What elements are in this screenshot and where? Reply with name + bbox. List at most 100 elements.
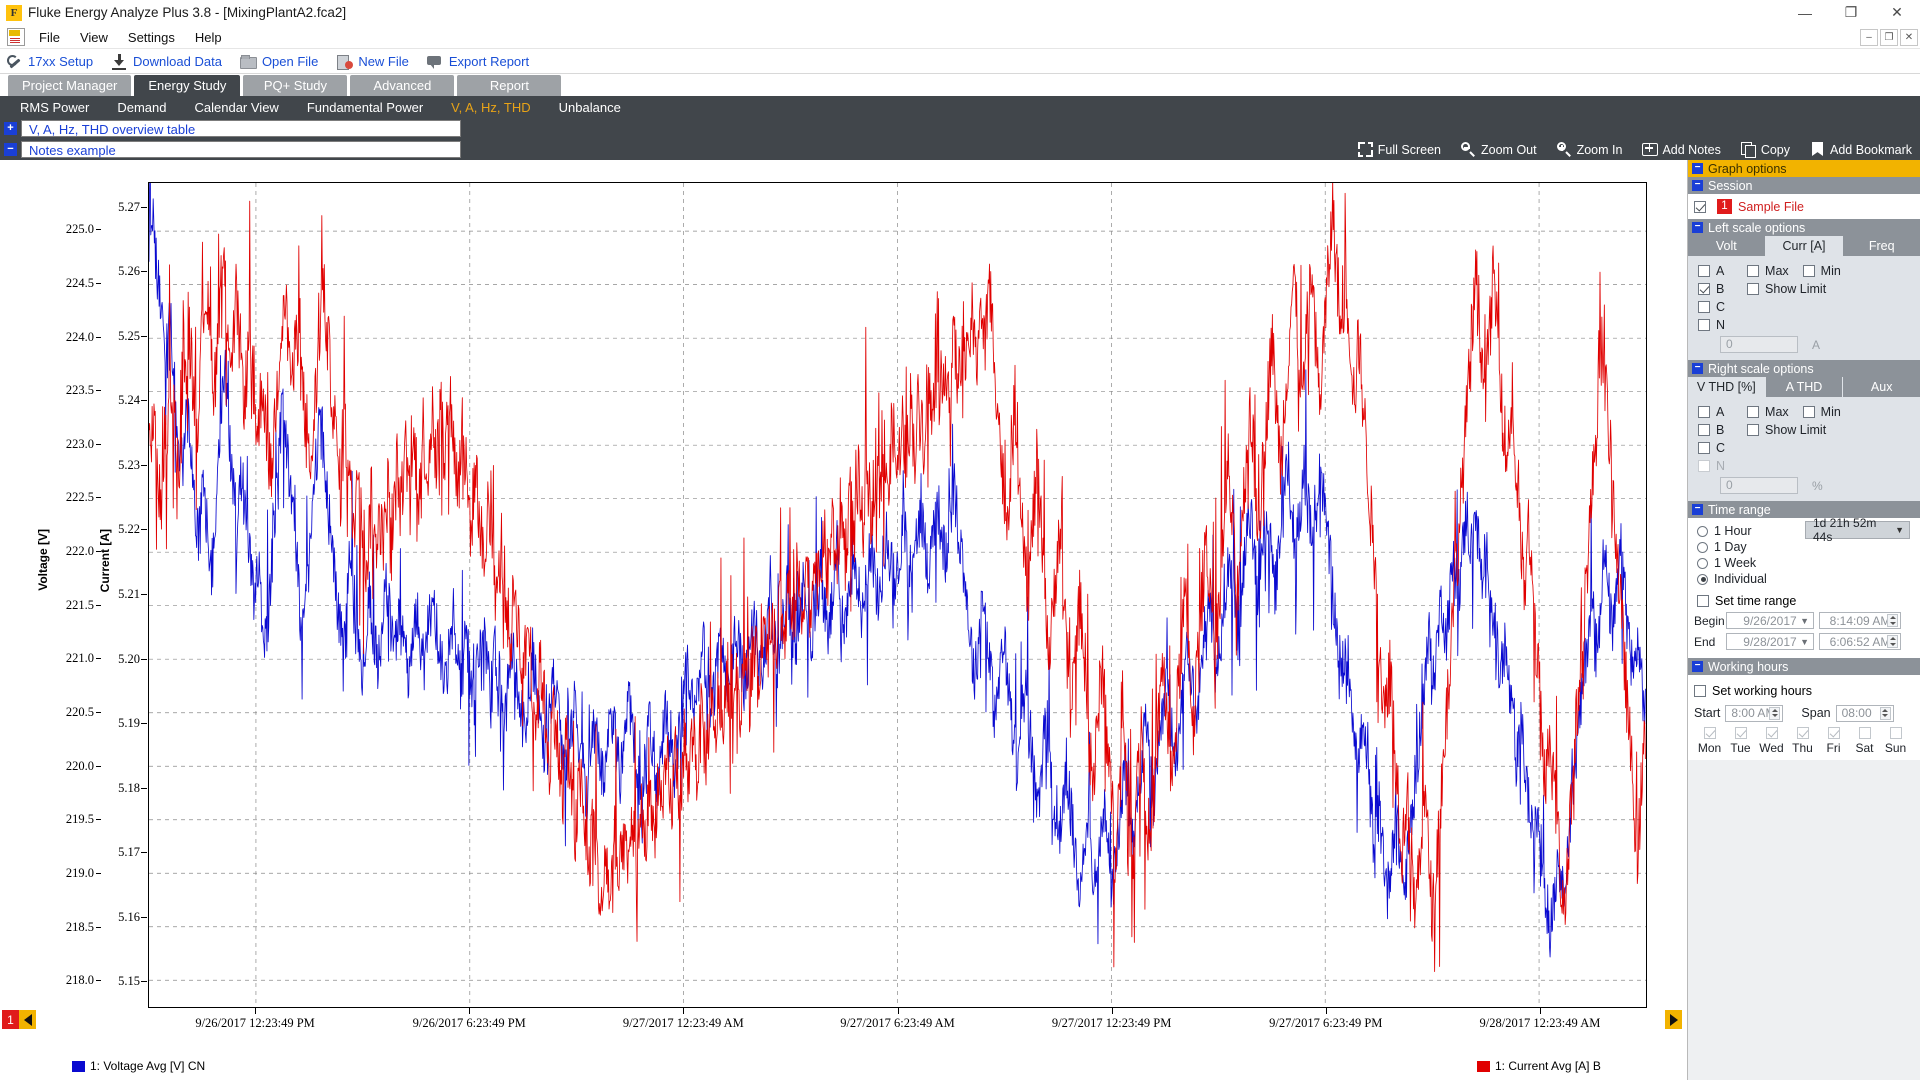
session-toggle[interactable]: − <box>1692 180 1703 191</box>
right-scale-header[interactable]: − Right scale options <box>1688 360 1920 377</box>
session-item[interactable]: 1 Sample File <box>1688 197 1920 216</box>
begin-time-field[interactable]: 8:14:09 AM <box>1819 612 1901 629</box>
start-time-stepper[interactable] <box>1769 707 1780 720</box>
subtab-v-a-hz-thd[interactable]: V, A, Hz, THD <box>437 100 544 115</box>
day-wed[interactable]: Wed <box>1756 727 1787 755</box>
left-scale-toggle[interactable]: − <box>1692 222 1703 233</box>
end-time-stepper[interactable] <box>1887 635 1898 648</box>
time-range-1day-radio[interactable] <box>1697 542 1708 553</box>
subtab-rms-power[interactable]: RMS Power <box>6 100 103 115</box>
left-scale-tab-volt[interactable]: Volt <box>1688 236 1766 256</box>
left-scale-phase-a-checkbox[interactable] <box>1698 265 1710 277</box>
left-scale-phase-b[interactable]: B <box>1698 280 1725 298</box>
right-scale-phase-c[interactable]: C <box>1698 439 1725 457</box>
day-tue[interactable]: Tue <box>1725 727 1756 755</box>
nav-next-icon[interactable] <box>1665 1010 1682 1029</box>
time-range-individual-radio[interactable] <box>1697 574 1708 585</box>
set-time-range-row[interactable]: Set time range <box>1688 591 1920 610</box>
full-screen-button[interactable]: Full Screen <box>1358 142 1441 157</box>
nav-marker-left[interactable]: 1 <box>2 1010 36 1029</box>
minimize-button[interactable]: — <box>1782 0 1828 26</box>
day-tue-checkbox[interactable] <box>1735 727 1747 739</box>
mdi-restore-button[interactable]: ❐ <box>1880 29 1898 46</box>
left-scale-max-checkbox[interactable] <box>1747 265 1759 277</box>
mdi-close-button[interactable]: ✕ <box>1900 29 1918 46</box>
overview-table-label[interactable]: V, A, Hz, THD overview table <box>21 120 461 137</box>
day-sun-checkbox[interactable] <box>1890 727 1902 739</box>
menu-item-help[interactable]: Help <box>185 28 232 47</box>
graph-options-header[interactable]: − Graph options <box>1688 160 1920 177</box>
day-fri[interactable]: Fri <box>1818 727 1849 755</box>
graph-options-toggle[interactable]: − <box>1692 163 1703 174</box>
open-file-button[interactable]: Open File <box>240 53 318 70</box>
left-scale-phase-c-checkbox[interactable] <box>1698 301 1710 313</box>
day-sat-checkbox[interactable] <box>1859 727 1871 739</box>
day-wed-checkbox[interactable] <box>1766 727 1778 739</box>
time-range-1hour-radio[interactable] <box>1697 526 1708 537</box>
new-file-button[interactable]: New File <box>336 53 409 70</box>
close-button[interactable]: ✕ <box>1874 0 1920 26</box>
right-scale-tab-vthd[interactable]: V THD [%] <box>1688 377 1766 397</box>
span-field[interactable]: 08:00 <box>1836 705 1894 722</box>
right-scale-toggle[interactable]: − <box>1692 363 1703 374</box>
right-scale-phase-a-checkbox[interactable] <box>1698 406 1710 418</box>
download-data-button[interactable]: Download Data <box>111 53 222 70</box>
add-notes-button[interactable]: Add Notes <box>1642 142 1720 157</box>
right-scale-phase-c-checkbox[interactable] <box>1698 442 1710 454</box>
left-scale-tab-freq[interactable]: Freq <box>1843 236 1920 256</box>
notes-collapse-toggle[interactable]: − <box>4 143 17 156</box>
menu-item-view[interactable]: View <box>70 28 118 47</box>
right-scale-show-limit[interactable]: Show Limit <box>1747 421 1841 439</box>
left-scale-tab-curr[interactable]: Curr [A] <box>1766 236 1844 256</box>
time-range-1week-radio[interactable] <box>1697 558 1708 569</box>
subtab-fundamental-power[interactable]: Fundamental Power <box>293 100 437 115</box>
set-working-hours-checkbox[interactable] <box>1694 685 1706 697</box>
begin-date-chevron-down-icon[interactable]: ▼ <box>1800 616 1809 626</box>
left-scale-limit-input[interactable]: 0 <box>1720 336 1798 353</box>
right-scale-phase-a[interactable]: A <box>1698 403 1725 421</box>
right-scale-limit-input[interactable]: 0 <box>1720 477 1798 494</box>
day-thu-checkbox[interactable] <box>1797 727 1809 739</box>
day-sun[interactable]: Sun <box>1880 727 1911 755</box>
end-date-chevron-down-icon[interactable]: ▼ <box>1800 637 1809 647</box>
right-scale-show-limit-checkbox[interactable] <box>1747 424 1759 436</box>
set-working-hours-row[interactable]: Set working hours <box>1688 680 1920 702</box>
notes-label[interactable]: Notes example <box>21 141 461 158</box>
end-time-field[interactable]: 6:06:52 AM <box>1819 633 1901 650</box>
nav-prev-icon[interactable] <box>19 1010 36 1029</box>
right-scale-tab-aux[interactable]: Aux <box>1843 377 1920 397</box>
nav-marker-right[interactable] <box>1665 1010 1682 1029</box>
maximize-button[interactable]: ❐ <box>1828 0 1874 26</box>
tab-advanced[interactable]: Advanced <box>350 75 454 96</box>
tab-report[interactable]: Report <box>457 75 561 96</box>
right-scale-phase-b-checkbox[interactable] <box>1698 424 1710 436</box>
subtab-demand[interactable]: Demand <box>103 100 180 115</box>
time-range-option-1week[interactable]: 1 Week <box>1688 555 1920 571</box>
start-time-field[interactable]: 8:00 AM <box>1725 705 1783 722</box>
copy-button[interactable]: Copy <box>1741 142 1790 157</box>
left-scale-phase-a[interactable]: A <box>1698 262 1725 280</box>
left-scale-phase-n[interactable]: N <box>1698 316 1725 334</box>
begin-time-stepper[interactable] <box>1887 614 1898 627</box>
right-scale-min-checkbox[interactable] <box>1803 406 1815 418</box>
setup-button[interactable]: 17xx Setup <box>6 53 93 70</box>
menu-item-file[interactable]: File <box>29 28 70 47</box>
right-scale-tab-athd[interactable]: A THD <box>1766 377 1844 397</box>
day-thu[interactable]: Thu <box>1787 727 1818 755</box>
mdi-minimize-button[interactable]: – <box>1860 29 1878 46</box>
tab-project-manager[interactable]: Project Manager <box>8 75 131 96</box>
span-stepper[interactable] <box>1880 707 1891 720</box>
day-fri-checkbox[interactable] <box>1828 727 1840 739</box>
right-scale-phase-b[interactable]: B <box>1698 421 1725 439</box>
session-header[interactable]: − Session <box>1688 177 1920 194</box>
end-date-field[interactable]: 9/28/2017 ▼ <box>1726 633 1814 650</box>
day-mon-checkbox[interactable] <box>1704 727 1716 739</box>
add-bookmark-button[interactable]: Add Bookmark <box>1810 142 1912 157</box>
working-hours-toggle[interactable]: − <box>1692 661 1703 672</box>
time-range-toggle[interactable]: − <box>1692 504 1703 515</box>
tab-energy-study[interactable]: Energy Study <box>134 75 240 96</box>
time-range-option-individual[interactable]: Individual <box>1688 571 1920 587</box>
zoom-out-button[interactable]: Zoom Out <box>1461 142 1537 157</box>
plot-area[interactable] <box>148 182 1647 1008</box>
working-hours-header[interactable]: − Working hours <box>1688 658 1920 675</box>
